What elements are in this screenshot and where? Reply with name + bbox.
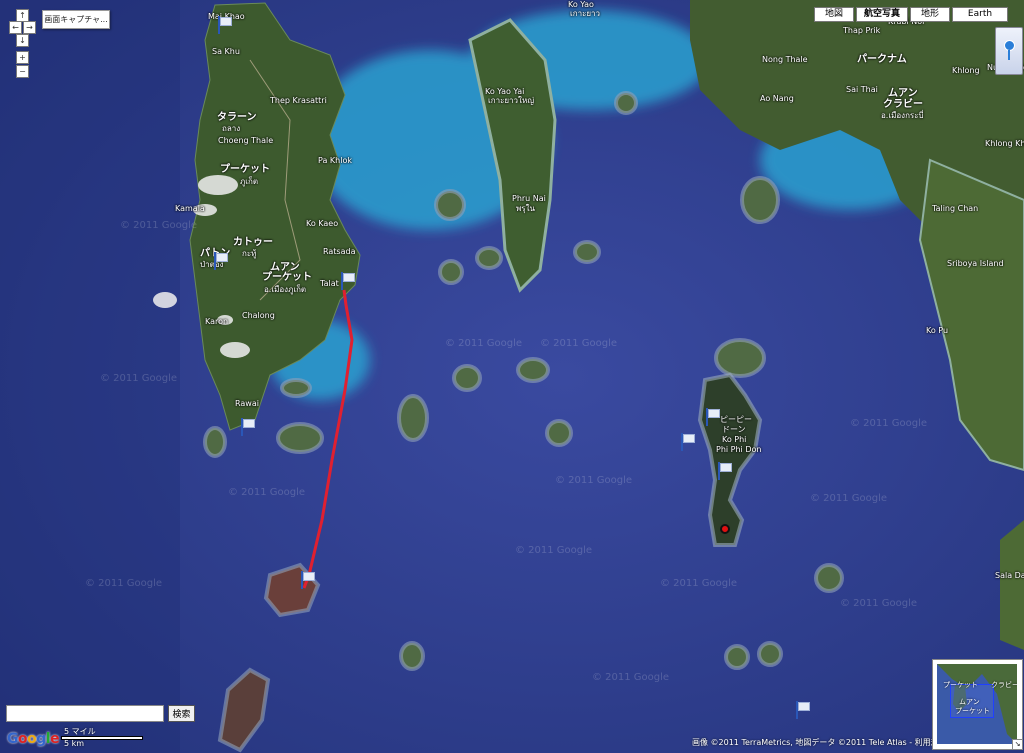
watermark: © 2011 Google — [445, 338, 523, 349]
place-label: พรุใน — [516, 204, 535, 213]
watermark: © 2011 Google — [840, 598, 918, 609]
street-view-pegman-icon[interactable] — [995, 27, 1023, 75]
place-label: Khlong Khanan — [985, 139, 1024, 148]
watermark: © 2011 Google — [592, 672, 670, 683]
watermark: © 2011 Google — [515, 545, 593, 556]
place-label: ドーン — [722, 425, 746, 434]
map-type-map-button[interactable]: 地図 — [814, 7, 854, 22]
place-label: Pa Khlok — [318, 156, 352, 165]
place-label: ムアン — [888, 88, 918, 99]
flag-marker[interactable] — [300, 571, 315, 589]
logo-letter: e — [50, 731, 60, 747]
copyright-text[interactable]: 画像 ©2011 TerraMetrics, 地図データ ©2011 Tele … — [692, 737, 947, 748]
watermark: © 2011 Google — [228, 487, 306, 498]
zoom-out-button[interactable]: − — [16, 65, 29, 78]
place-label: ถลาง — [222, 124, 241, 133]
overview-toggle-icon[interactable]: ↘ — [1012, 739, 1022, 749]
pan-left-button[interactable]: ← — [9, 21, 22, 34]
flag-marker[interactable] — [705, 408, 720, 426]
map-type-terrain-button[interactable]: 地形 — [910, 7, 950, 22]
watermark: © 2011 Google — [660, 578, 738, 589]
place-label: Rawai — [235, 399, 259, 408]
place-label: Sala Dan — [995, 571, 1024, 580]
watermark: © 2011 Google — [810, 493, 888, 504]
screen-capture-button[interactable]: 画面キャプチャ... — [42, 10, 110, 29]
map-type-earth-button[interactable]: Earth — [952, 7, 1008, 22]
place-label: Phru Nai — [512, 194, 546, 203]
search-box: 検索 — [6, 705, 195, 722]
watermark: © 2011 Google — [85, 578, 163, 589]
flag-marker[interactable] — [240, 418, 255, 436]
flag-marker[interactable] — [217, 16, 232, 34]
pan-down-button[interactable]: ↓ — [16, 34, 29, 47]
logo-letter: g — [36, 731, 46, 747]
search-button[interactable]: 検索 — [168, 705, 195, 722]
watermark: © 2011 Google — [850, 418, 928, 429]
overview-label: プーケット — [955, 707, 990, 715]
place-label: Ko Yao — [568, 0, 594, 9]
place-label: Sa Khu — [212, 47, 240, 56]
pan-right-button[interactable]: → — [23, 21, 36, 34]
place-label: Ratsada — [323, 247, 356, 256]
flag-marker[interactable] — [717, 462, 732, 480]
satellite-map[interactable]: © 2011 Google © 2011 Google © 2011 Googl… — [0, 0, 1024, 753]
place-label: Talat — [320, 279, 339, 288]
place-label: Karon — [205, 317, 229, 326]
place-label: เกาะยาว — [570, 9, 601, 18]
flag-marker[interactable] — [795, 701, 810, 719]
place-label: プーケット — [220, 164, 270, 175]
place-label: Sriboya Island — [947, 259, 1004, 268]
place-label: Ko Pu — [926, 326, 949, 335]
place-label: Sai Thai — [846, 85, 878, 94]
place-label: Phi Phi Don — [716, 445, 762, 454]
map-type-selector: 地図 航空写真 地形 Earth — [814, 7, 1008, 22]
place-label: อ.เมืองภูเก็ต — [264, 285, 307, 294]
place-label: ピーピー — [720, 415, 752, 424]
logo-letter: G — [7, 731, 19, 747]
overview-label: クラビー — [991, 681, 1017, 689]
place-label: Chalong — [242, 311, 275, 320]
zoom-in-button[interactable]: + — [16, 51, 29, 64]
place-label: ภูเก็ต — [240, 177, 259, 186]
place-label: Taling Chan — [932, 204, 979, 213]
place-label: Khlong — [952, 66, 980, 75]
place-label: Ao Nang — [760, 94, 794, 103]
map-type-satellite-button[interactable]: 航空写真 — [856, 7, 908, 22]
place-label: Ko Phi — [722, 435, 747, 444]
scale-km-label: 5 km — [64, 739, 85, 748]
place-label: クラビー — [883, 99, 923, 110]
place-label: Kamala — [175, 204, 205, 213]
google-logo[interactable]: Google — [7, 731, 60, 747]
place-label: กะทู้ — [242, 249, 257, 258]
place-label: Thep Krasattri — [270, 96, 327, 105]
flag-marker[interactable] — [213, 252, 228, 270]
place-label: Ko Yao Yai — [485, 87, 525, 96]
place-label: カトゥー — [233, 237, 273, 248]
logo-letter: o — [18, 731, 28, 747]
watermark: © 2011 Google — [120, 220, 198, 231]
logo-letter: o — [27, 731, 37, 747]
place-label: Choeng Thale — [218, 136, 274, 145]
place-label: Ko Kaeo — [306, 219, 339, 228]
location-marker[interactable] — [720, 524, 730, 534]
watermark: © 2011 Google — [100, 373, 178, 384]
overview-label: プーケット — [943, 681, 978, 689]
place-label: タラーン — [217, 112, 257, 123]
place-label: Thap Prik — [843, 26, 881, 35]
place-label: Nong Thale — [762, 55, 808, 64]
place-label: プーケット — [262, 272, 312, 283]
watermark: © 2011 Google — [555, 475, 633, 486]
flag-marker[interactable] — [340, 272, 355, 290]
place-label: อ.เมืองกระบี่ — [881, 111, 924, 120]
scale-bar: 5 マイル 5 km — [61, 726, 143, 748]
place-label: パークナム — [857, 54, 907, 65]
search-input[interactable] — [6, 705, 164, 722]
overview-map[interactable]: プーケット クラビー ムアン プーケット ↘ — [932, 659, 1023, 750]
place-label: เกาะยาวใหญ่ — [488, 96, 535, 105]
flag-marker[interactable] — [680, 433, 695, 451]
watermark: © 2011 Google — [540, 338, 618, 349]
